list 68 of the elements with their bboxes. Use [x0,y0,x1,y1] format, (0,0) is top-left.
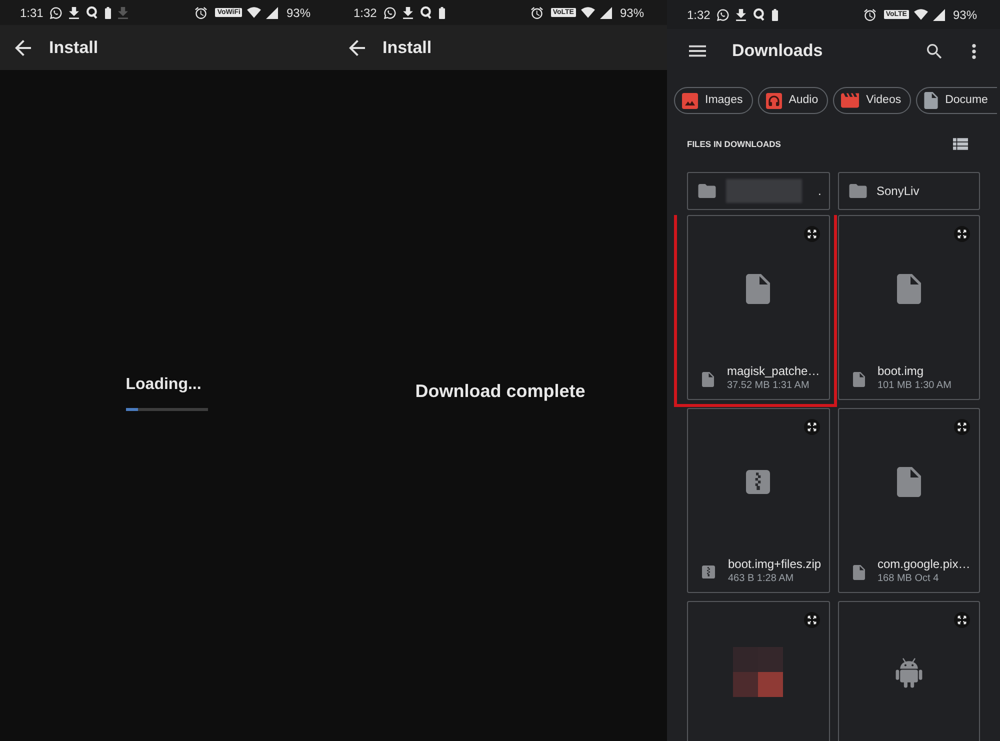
headphones-icon [766,92,782,108]
category-chip[interactable]: Docume [916,87,997,114]
battery-percentage: 93% [620,4,644,22]
alarm-icon [864,8,876,20]
expand-icon[interactable] [954,612,970,628]
battery-percentage: 93% [952,6,977,24]
wifi-icon [914,9,928,20]
section-title: FILES IN DOWNLOADS [687,138,781,150]
expand-icon[interactable] [954,419,970,435]
expand-icon[interactable] [804,612,820,628]
back-arrow-icon[interactable] [348,40,364,56]
screen-title: Downloads [732,40,823,62]
file-card[interactable] [838,601,980,741]
battery-percentage: 93% [286,4,310,22]
file-details: 168 MB Oct 4 [878,572,940,585]
search-icon[interactable] [927,44,942,58]
status-time: 1:31 [20,4,44,22]
list-view-icon[interactable] [953,138,968,150]
file-details: 37.52 MB 1:31 AM [727,379,810,392]
file-details: 463 B 1:28 AM [728,572,795,585]
screen-title: Install [49,36,98,59]
loading-text: Loading... [126,374,202,394]
folder-item[interactable]: . [687,172,830,210]
image-thumbnail [733,647,784,697]
zip-file-icon [746,468,770,494]
file-name: boot.img+files.zip [728,557,822,572]
status-message: Download complete [415,380,586,403]
expand-icon[interactable] [954,226,970,242]
category-chip[interactable]: Audio [758,87,828,114]
file-name: magisk_patche… [727,364,820,379]
back-arrow-icon[interactable] [15,40,31,56]
folder-icon [848,184,866,198]
category-chip[interactable]: Images [674,87,753,114]
folder-icon [698,184,716,198]
clapperboard-icon [841,93,860,108]
file-icon [896,274,921,304]
file-name: com.google.pix… [878,557,970,572]
file-name: boot.img [878,364,925,379]
screen-title: Install [382,36,432,59]
wifi-icon [580,7,595,18]
expand-icon[interactable] [804,419,820,435]
zip-file-icon [702,565,715,579]
signal-icon [600,6,612,18]
status-time: 1:32 [687,6,710,24]
menu-icon[interactable] [689,45,706,57]
expand-icon[interactable] [804,226,820,242]
file-card[interactable]: magisk_patche… 37.52 MB 1:31 AM [687,215,830,400]
document-icon [924,92,938,109]
category-chip[interactable]: Videos [833,87,912,114]
status-time: 1:32 [354,4,377,22]
more-options-icon[interactable] [972,44,976,58]
alarm-icon [530,6,543,18]
signal-icon [932,8,945,20]
image-icon [682,92,698,108]
file-icon [702,372,714,387]
alarm-icon [195,6,208,18]
file-card[interactable]: com.google.pix… 168 MB Oct 4 [838,408,980,593]
file-icon [746,274,770,304]
file-icon [896,466,921,496]
android-robot-icon [894,656,923,688]
file-icon [852,565,864,580]
file-details: 101 MB 1:30 AM [878,379,952,392]
file-card[interactable]: boot.img+files.zip 463 B 1:28 AM [687,408,830,593]
signal-icon [266,6,278,18]
wifi-icon [247,7,262,18]
file-icon [852,372,864,387]
folder-item[interactable]: SonyLiv [838,172,980,210]
file-card[interactable]: boot.img 101 MB 1:30 AM [838,215,980,400]
